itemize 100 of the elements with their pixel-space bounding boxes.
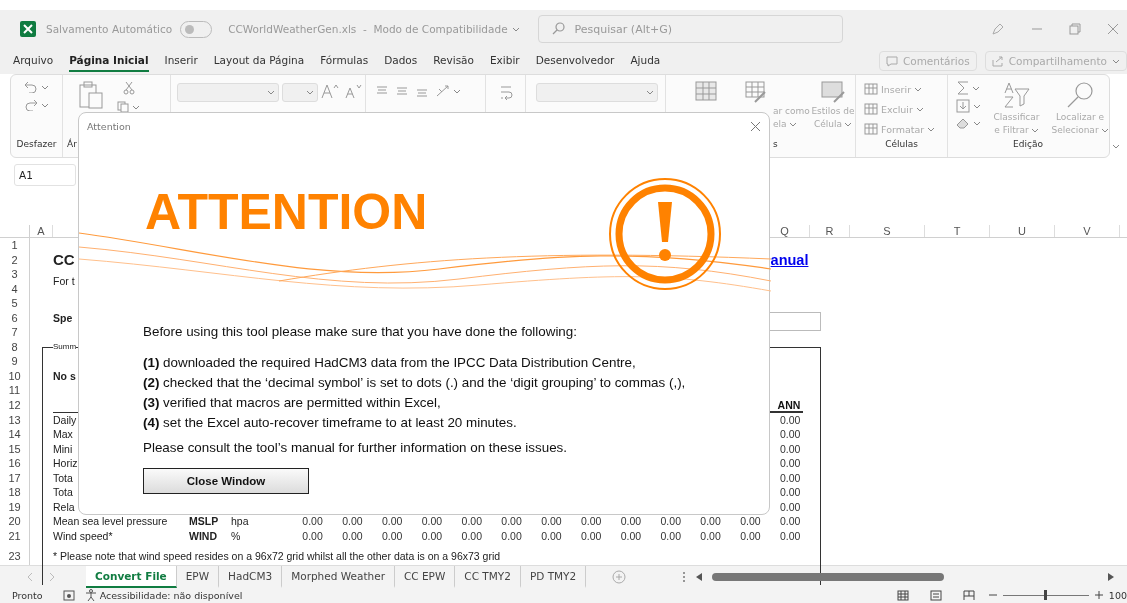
name-box[interactable]: A1	[14, 164, 76, 186]
restore-icon[interactable]	[1069, 23, 1081, 35]
next-sheet-icon[interactable]	[48, 572, 56, 582]
table-cell: Mini	[53, 442, 73, 455]
chevron-down-icon	[973, 103, 981, 109]
table-cell: 0.00	[620, 529, 642, 542]
table-cell: 0.00	[660, 515, 681, 528]
row-number: 8	[11, 340, 18, 353]
column-letter: R	[825, 225, 834, 237]
row-number: 10	[8, 369, 21, 382]
chevron-down-icon	[41, 84, 49, 90]
conditional-format-icon[interactable]	[694, 81, 717, 101]
table-cell: hpa	[231, 515, 249, 528]
chevron-down-icon	[914, 86, 923, 92]
page-layout-icon[interactable]	[929, 590, 942, 601]
align-top-icon[interactable]	[376, 85, 388, 97]
checklist-item: (3) verified that macros are permitted within Excel,	[143, 394, 442, 412]
accessibility-icon[interactable]	[84, 589, 97, 602]
column-letter: A	[37, 225, 45, 237]
column-letter: V	[1083, 225, 1091, 237]
attention-heading: ATTENTION	[145, 187, 428, 237]
sheet-tab[interactable]: Convert File	[86, 566, 177, 588]
table-cell: 0.00	[501, 529, 522, 542]
zoom-percentage[interactable]: 100	[1108, 590, 1127, 601]
eraser-icon[interactable]	[956, 117, 970, 129]
wrap-text-icon[interactable]	[498, 85, 513, 101]
close-icon[interactable]	[750, 120, 761, 132]
search-field[interactable]: Pesquisar (Alt+G)	[537, 15, 843, 43]
ribbon-tab[interactable]: Dados	[384, 50, 418, 72]
orientation-icon[interactable]	[436, 85, 450, 97]
chevron-down-icon	[1112, 144, 1120, 149]
redo-icon[interactable]	[24, 99, 38, 111]
add-sheet-icon[interactable]	[612, 570, 627, 584]
previous-sheet-icon[interactable]	[26, 572, 34, 582]
fill-down-icon[interactable]	[956, 99, 970, 113]
chevron-down-icon	[306, 90, 314, 95]
table-cell-text: 0.00	[778, 412, 802, 428]
align-middle-icon[interactable]	[396, 85, 408, 97]
row-number: 7	[11, 326, 18, 339]
ribbon-tab[interactable]: Ajuda	[630, 50, 661, 72]
table-cell: 0.00	[541, 529, 562, 542]
close-icon[interactable]	[1107, 23, 1119, 35]
table-cell: 0.00	[381, 515, 403, 528]
row-number: 16	[8, 457, 21, 470]
row-number: 4	[11, 282, 18, 295]
scroll-right-icon[interactable]	[1108, 573, 1115, 581]
manual-link[interactable]: anual	[770, 251, 809, 268]
close-window-button[interactable]: Close Window	[143, 468, 309, 494]
table-cell: Mean sea level pressure	[53, 515, 168, 528]
accessibility-status[interactable]: Acessibilidade: não disponível	[99, 590, 243, 601]
search-icon	[551, 22, 565, 35]
checklist-item: (4) set the Excel auto-recover timeframe to at least 20 minutes.	[143, 414, 518, 432]
warning-icon	[607, 176, 723, 292]
table-cell: 0.00	[660, 529, 681, 542]
ribbon-tab[interactable]: Exibir	[490, 50, 520, 72]
ribbon-tab[interactable]: Revisão	[433, 50, 474, 72]
undo-icon[interactable]	[24, 81, 38, 93]
pen-icon[interactable]	[991, 22, 1005, 36]
autosave-label: Salvamento Automático	[46, 23, 173, 35]
shrink-font-icon[interactable]	[344, 83, 364, 99]
zoom-in-icon[interactable]	[1094, 591, 1103, 600]
dialog-title: Attention	[87, 120, 131, 132]
table-cell: 0.00	[700, 515, 721, 528]
spreadsheet-app-icon[interactable]	[20, 21, 36, 37]
page-break-icon[interactable]	[962, 590, 975, 601]
ribbon-tab[interactable]: Arquivo	[13, 50, 54, 72]
ribbon-tab[interactable]: Layout da Página	[213, 50, 305, 72]
grow-font-icon[interactable]	[321, 83, 341, 99]
ribbon-tab[interactable]: Inserir	[164, 50, 198, 72]
chevron-down-icon	[132, 104, 140, 110]
table-cell: No s	[53, 369, 76, 382]
table-cell: 0.00	[541, 515, 562, 528]
normal-view-icon[interactable]	[896, 590, 909, 601]
share-icon	[991, 55, 1004, 67]
macro-record-icon[interactable]	[62, 590, 75, 601]
copy-icon[interactable]	[117, 101, 129, 113]
autosave-toggle[interactable]	[180, 20, 213, 38]
table-cell-text: 0.00	[778, 441, 802, 457]
sum-icon[interactable]	[957, 81, 969, 95]
zoom-slider[interactable]	[1002, 590, 1089, 601]
table-cell-text: 0.00	[778, 499, 802, 515]
ribbon-tab[interactable]: Página Inicial	[69, 50, 149, 72]
magnifier-icon	[1066, 81, 1094, 109]
ribbon-tab[interactable]: Fórmulas	[320, 50, 369, 72]
row-number: 6	[11, 311, 18, 324]
paste-icon[interactable]	[79, 81, 103, 109]
more-options-icon[interactable]	[682, 571, 687, 583]
scroll-left-icon[interactable]	[696, 573, 703, 581]
table-cell: For t	[53, 275, 75, 288]
row-number: 15	[8, 442, 21, 455]
grid-icon	[864, 83, 878, 95]
note-text: Please consult the tool’s manual for further information on these issues.	[143, 440, 569, 455]
scissors-icon[interactable]	[122, 81, 135, 95]
cell-brush-icon	[820, 81, 846, 103]
table-cell: 0.00	[740, 529, 761, 542]
row-number: 13	[8, 413, 21, 426]
row-number: 20	[8, 515, 21, 528]
row-number: 12	[8, 399, 21, 411]
chevron-down-icon	[511, 26, 520, 32]
ribbon-tab[interactable]: Desenvolvedor	[535, 50, 615, 72]
